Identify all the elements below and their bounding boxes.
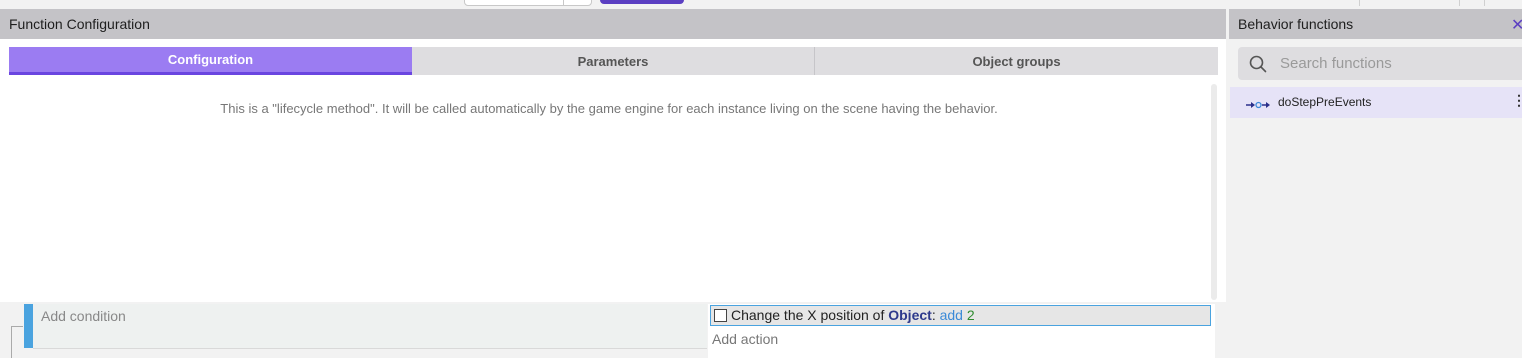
panel-title: Behavior functions [1238, 16, 1354, 32]
action-prefix: Change the X position of [731, 307, 889, 323]
events-sheet: Add condition Change the X position of O… [0, 302, 1226, 358]
top-toolbar-divider [1484, 0, 1485, 6]
event-tree-line [11, 326, 12, 358]
search-box [1238, 47, 1522, 80]
tab-object-groups[interactable]: Object groups [815, 47, 1218, 75]
function-label: doStepPreEvents [1278, 95, 1372, 109]
action-operator: add [939, 307, 963, 323]
top-toolbar-divider [1459, 0, 1460, 6]
tab-configuration[interactable]: Configuration [9, 47, 412, 75]
scrollbar[interactable] [1211, 84, 1217, 300]
action-row[interactable]: Change the X position of Object: add 2 [710, 305, 1211, 326]
panel-header: Behavior functions ✕ [1229, 9, 1522, 39]
search-input[interactable] [1280, 47, 1520, 80]
action-checkbox[interactable] [714, 309, 727, 322]
search-icon [1249, 55, 1267, 78]
more-options-icon[interactable]: ⋮ [1512, 92, 1522, 109]
actions-area: Change the X position of Object: add 2 A… [708, 304, 1215, 358]
action-value: 2 [966, 307, 975, 323]
top-toolbar-divider [1359, 0, 1360, 6]
panel-header: Function Configuration [0, 9, 1226, 39]
add-condition-button[interactable]: Add condition [41, 308, 126, 324]
action-text: Change the X position of Object: add 2 [731, 307, 975, 323]
top-toolbar-input[interactable] [464, 0, 592, 6]
close-icon[interactable]: ✕ [1511, 15, 1522, 35]
lifecycle-icon [1246, 97, 1272, 115]
function-configuration-panel: Function Configuration Configuration Par… [0, 9, 1226, 358]
function-list-item[interactable]: doStepPreEvents ⋮ [1230, 87, 1522, 118]
tab-parameters[interactable]: Parameters [412, 47, 814, 75]
action-colon: : [931, 307, 936, 323]
lifecycle-description: This is a "lifecycle method". It will be… [220, 101, 998, 116]
tab-bar: Configuration Parameters Object groups [9, 47, 1218, 75]
top-toolbar-button[interactable] [600, 0, 684, 4]
event-tree-line [11, 326, 23, 327]
event-drag-handle[interactable] [24, 304, 33, 348]
configuration-content: This is a "lifecycle method". It will be… [0, 79, 1212, 301]
conditions-area[interactable]: Add condition [33, 304, 707, 349]
top-toolbar-input-divider [563, 0, 564, 5]
behavior-functions-panel: Behavior functions ✕ doStepPreEvents ⋮ [1229, 9, 1522, 358]
action-object: Object [888, 307, 932, 323]
add-action-button[interactable]: Add action [712, 331, 778, 347]
top-toolbar-strip [0, 0, 1522, 9]
panel-title: Function Configuration [9, 16, 150, 32]
